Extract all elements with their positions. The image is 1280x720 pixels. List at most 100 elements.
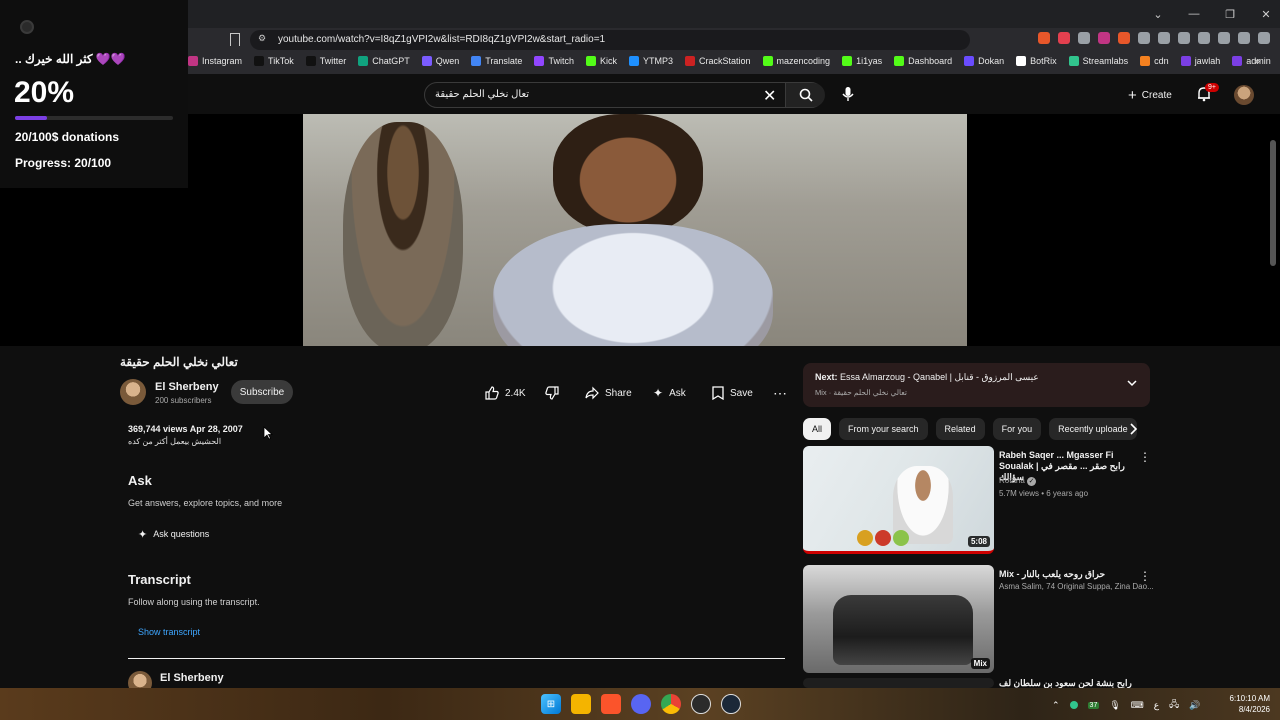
bookmark-dashboard[interactable]: Dashboard	[894, 56, 952, 66]
bookmark-ytmp3[interactable]: YTMP3	[628, 56, 673, 66]
extension-icon[interactable]	[1078, 32, 1090, 44]
sparkle-icon: ✦	[138, 528, 148, 541]
tray-overflow-icon[interactable]: ⌃	[1052, 700, 1060, 711]
more-actions-icon[interactable]: ⋯	[773, 380, 787, 406]
bookmark-tiktok[interactable]: TikTok	[254, 56, 294, 66]
file-explorer-icon[interactable]	[571, 694, 591, 714]
mix-title[interactable]: Mix - حراق روحه يلعب بالنار	[999, 569, 1139, 580]
ask-questions-button[interactable]: ✦ Ask questions	[128, 522, 219, 546]
vpn-icon[interactable]	[1238, 32, 1250, 44]
channel-name[interactable]: El Sherbeny	[155, 381, 219, 393]
video-thumbnail[interactable]: 5:08	[803, 446, 994, 554]
bookmark-page-icon[interactable]	[230, 33, 240, 46]
recommended-video[interactable]: رابح بنشة لحن سعود بن سلطان لف فلبي لفة	[803, 678, 1153, 688]
tray-badge[interactable]: 37	[1087, 701, 1100, 709]
bookmark-qwen[interactable]: Qwen	[421, 56, 459, 66]
brave-browser-icon[interactable]	[601, 694, 621, 714]
bookmark-instagram[interactable]: Instagram	[188, 56, 242, 66]
voice-search-button[interactable]	[836, 82, 860, 106]
input-language[interactable]: ع	[1154, 700, 1159, 711]
chevron-down-icon[interactable]	[1126, 377, 1138, 389]
subscribe-button[interactable]: Subscribe	[231, 380, 293, 404]
restore-icon[interactable]: ❐	[1216, 0, 1244, 28]
channel-avatar[interactable]	[120, 379, 146, 405]
tab-list-chevron-icon[interactable]: ⌄	[1144, 0, 1172, 28]
bookmark-admin[interactable]: admin	[1232, 56, 1271, 66]
extension-icon[interactable]	[1098, 32, 1110, 44]
create-button[interactable]: + Create	[1128, 87, 1172, 104]
url-field[interactable]: ⚙ youtube.com/watch?v=I8qZ1gVPI2w&list=R…	[250, 30, 970, 50]
filter-chip[interactable]: All	[803, 418, 832, 440]
filter-chip[interactable]: Recently uploade	[1049, 418, 1137, 440]
bookmark-translate[interactable]: Translate	[471, 56, 522, 66]
site-info-icon[interactable]: ⚙	[258, 33, 266, 44]
menu-icon[interactable]	[1258, 32, 1270, 44]
bookmark-chatgpt[interactable]: ChatGPT	[358, 56, 410, 66]
bookmark-streamlabs[interactable]: Streamlabs	[1068, 56, 1128, 66]
network-icon[interactable]: 🖧	[1169, 697, 1179, 713]
dislike-button[interactable]	[545, 380, 559, 406]
comment-author-name[interactable]: El Sherbeny	[160, 672, 224, 684]
recommended-video-channel[interactable]: Rotana ✓	[999, 476, 1037, 486]
bookmark-favicon-icon	[188, 56, 198, 66]
microphone-tray-icon[interactable]: 🎙	[1109, 700, 1120, 711]
extension-icon[interactable]	[1118, 32, 1130, 44]
ask-button[interactable]: ✦ Ask	[653, 380, 686, 406]
save-button[interactable]: Save	[712, 380, 753, 406]
close-window-icon[interactable]: ✕	[1252, 0, 1280, 28]
keyboard-icon[interactable]: ⌨	[1131, 700, 1144, 711]
bookmark-cdn[interactable]: cdn	[1140, 56, 1169, 66]
puzzle-icon[interactable]	[1138, 32, 1150, 44]
account-avatar[interactable]	[1234, 85, 1254, 105]
obs-icon[interactable]	[691, 694, 711, 714]
wallet-icon[interactable]	[1198, 32, 1210, 44]
show-transcript-button[interactable]: Show transcript	[138, 627, 200, 637]
filter-chip[interactable]: For you	[992, 418, 1042, 440]
filter-chip[interactable]: Related	[935, 418, 985, 440]
media-icon[interactable]	[1158, 32, 1170, 44]
leo-icon[interactable]	[1218, 32, 1230, 44]
page-scrollbar[interactable]	[1270, 140, 1276, 266]
description-text[interactable]: الحشيش بيعمل أكتر من كده	[128, 437, 221, 446]
rewards-icon[interactable]	[1058, 32, 1070, 44]
bookmark-crackstation[interactable]: CrackStation	[684, 56, 751, 66]
filter-chip[interactable]: From your search	[839, 418, 928, 440]
thumbs-down-icon	[545, 386, 559, 400]
bookmark-botrix[interactable]: BotRix	[1016, 56, 1057, 66]
steam-icon[interactable]	[721, 694, 741, 714]
clear-search-icon[interactable]: ✕	[763, 86, 776, 106]
chrome-icon[interactable]	[661, 694, 681, 714]
video-thumbnail[interactable]	[803, 678, 994, 688]
mix-thumbnail[interactable]: Mix	[803, 565, 994, 673]
up-next-card[interactable]: Next: Essa Almarzoug - Qanabel | عيسى ال…	[803, 363, 1150, 407]
minimize-icon[interactable]: —	[1180, 0, 1208, 28]
donation-message: .. كثر الله خيرك 💜💜	[15, 52, 126, 66]
bookmark-kick[interactable]: Kick	[585, 56, 617, 66]
recommended-video-title[interactable]: رابح بنشة لحن سعود بن سلطان لف فلبي لفة	[999, 678, 1139, 688]
brave-shield-icon[interactable]	[1038, 32, 1050, 44]
bookmark-mazencoding[interactable]: mazencoding	[762, 56, 830, 66]
recommended-video[interactable]: 5:08 Rabeh Saqer ... Mgasser Fi Soualak …	[803, 446, 1153, 554]
address-bar: ⚙ youtube.com/watch?v=I8qZ1gVPI2w&list=R…	[0, 28, 1280, 52]
bookmark-jawlah[interactable]: jawlah	[1180, 56, 1220, 66]
more-bookmarks-icon[interactable]: »	[1254, 56, 1260, 67]
like-button[interactable]: 2.4K	[485, 380, 526, 406]
recommended-mix[interactable]: Mix Mix - حراق روحه يلعب بالنار Asma Sal…	[803, 565, 1154, 673]
bookmark-dokan[interactable]: Dokan	[964, 56, 1004, 66]
discord-icon[interactable]	[631, 694, 651, 714]
taskbar-clock[interactable]: 6:10:10 AM 8/4/2026	[1224, 693, 1270, 715]
volume-icon[interactable]: 🔊	[1189, 700, 1200, 711]
bookmark-1i1yas[interactable]: 1i1yas	[842, 56, 882, 66]
search-button[interactable]	[785, 83, 825, 107]
more-options-icon[interactable]: ⋮	[1139, 569, 1151, 583]
more-options-icon[interactable]: ⋮	[1139, 450, 1151, 464]
share-button[interactable]: Share	[585, 380, 632, 406]
tray-status-icon[interactable]	[1069, 701, 1078, 709]
bookmark-twitch[interactable]: Twitch	[534, 56, 574, 66]
chevron-right-icon[interactable]	[1126, 421, 1140, 437]
sidebar-icon[interactable]	[1178, 32, 1190, 44]
video-player[interactable]	[0, 114, 1280, 346]
search-input[interactable]: تعال نخلي الحلم حقيقة ✕	[424, 82, 825, 108]
bookmark-twitter[interactable]: Twitter	[305, 56, 346, 66]
start-button-icon[interactable]: ⊞	[541, 694, 561, 714]
